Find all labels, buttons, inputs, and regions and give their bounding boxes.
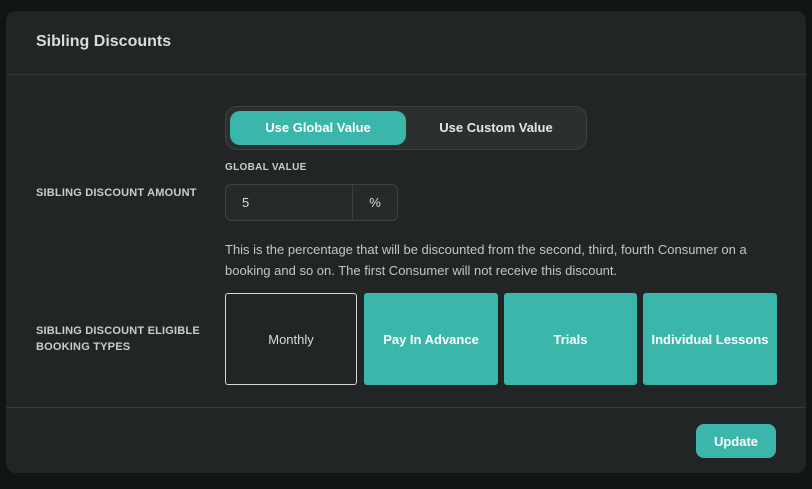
sibling-discount-amount-label: SIBLING DISCOUNT AMOUNT xyxy=(36,185,197,201)
card-footer: Update xyxy=(6,407,806,473)
booking-type-label: Trials xyxy=(553,331,588,347)
booking-type-label: Monthly xyxy=(268,331,314,347)
booking-type-label: Individual Lessons xyxy=(651,331,769,347)
card-header: Sibling Discounts xyxy=(6,11,806,75)
booking-type-label: Pay In Advance xyxy=(383,331,479,347)
use-global-value-button[interactable]: Use Global Value xyxy=(230,111,406,145)
use-custom-value-button[interactable]: Use Custom Value xyxy=(410,111,582,145)
global-value-caption: GLOBAL VALUE xyxy=(225,162,307,173)
value-source-toggle: Use Global Value Use Custom Value xyxy=(225,106,587,150)
update-button[interactable]: Update xyxy=(696,424,776,458)
card-title: Sibling Discounts xyxy=(36,33,172,50)
global-value-input-group: % xyxy=(225,184,398,221)
eligible-booking-types-label-line2: BOOKING TYPES xyxy=(36,341,131,353)
booking-type-trials[interactable]: Trials xyxy=(504,293,637,385)
eligible-booking-types-label: SIBLING DISCOUNT ELIGIBLE BOOKING TYPES xyxy=(36,323,200,355)
sibling-discounts-card: Sibling Discounts SIBLING DISCOUNT AMOUN… xyxy=(6,11,806,473)
booking-type-pay-in-advance[interactable]: Pay In Advance xyxy=(364,293,498,385)
global-value-input[interactable] xyxy=(226,185,352,220)
booking-type-individual-lessons[interactable]: Individual Lessons xyxy=(643,293,777,385)
discount-help-text: This is the percentage that will be disc… xyxy=(225,242,747,278)
eligible-booking-types-label-line1: SIBLING DISCOUNT ELIGIBLE xyxy=(36,325,200,337)
booking-type-monthly[interactable]: Monthly xyxy=(225,293,357,385)
percent-suffix: % xyxy=(352,185,397,220)
sibling-discount-amount-label-text: SIBLING DISCOUNT AMOUNT xyxy=(36,187,197,199)
